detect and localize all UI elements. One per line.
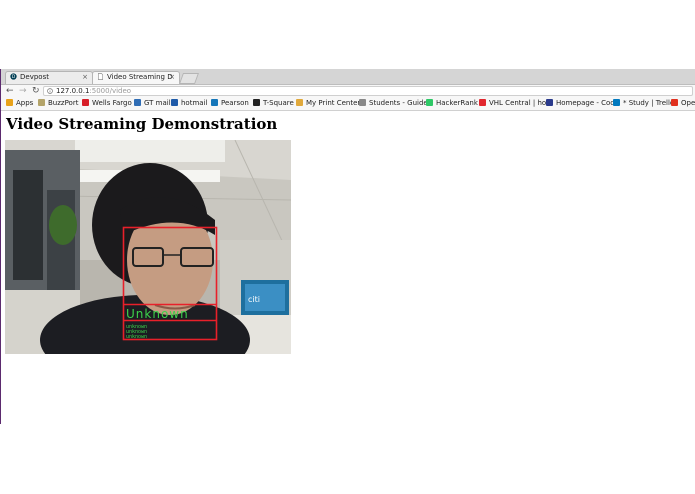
bookmark-label: HackerRank [436,99,478,107]
face-label: Unknown [126,307,189,321]
bookmark-label: T-Square [263,99,294,107]
ceiling-light [75,140,225,162]
close-icon[interactable]: × [82,73,88,81]
google-icon [359,99,366,106]
devpost-icon: D [10,73,17,80]
url-host: 127.0.0.1 [56,87,90,95]
tab-video-streaming[interactable]: Video Streaming D × [92,71,180,84]
new-tab-button[interactable] [178,73,200,84]
bookmark-label: Wells Fargo [92,99,132,107]
homepage-icon [546,99,553,106]
hotmail-icon [171,99,178,106]
vhl-icon [479,99,486,106]
bookmark-pearson[interactable]: Pearson [211,99,249,108]
video-frame: citi Unknown unknown unknown unknown [5,140,291,354]
bookmark-label: Students - Guide [369,99,428,107]
page-icon [98,73,103,80]
close-icon[interactable]: × [169,73,175,81]
trello-icon [613,99,620,106]
log-line: unknown [126,334,147,340]
bookmark-label: * Study | Trello [623,99,675,107]
svg-text:citi: citi [248,295,260,304]
bookmark-buzzport[interactable]: BuzzPort [38,99,78,108]
bookmark-label: hotmail [181,99,208,107]
navigation-toolbar: ← → ↻ 127.0.0.1:5000/video [1,85,695,97]
bookmarks-bar: Apps BuzzPort Wells Fargo GT mail hotmail Pea… [1,97,695,111]
plant [49,205,77,245]
bookmark-label: GT mail [144,99,171,107]
bookmark-hackerrank[interactable]: HackerRank [426,99,478,108]
bookmark-print[interactable]: My Print Center [296,99,360,108]
hackerrank-icon [426,99,433,106]
tsquare-icon [253,99,260,106]
bookmark-label: Ope [681,99,695,107]
bookmark-label: My Print Center [306,99,361,107]
bookmark-label: BuzzPort [48,99,79,107]
bookmark-hotmail[interactable]: hotmail [171,99,207,108]
bookmark-homepage[interactable]: Homepage - Coc [546,99,614,108]
apps-icon [6,99,13,106]
browser-window: D Devpost × Video Streaming D × ← → ↻ 12… [0,69,695,424]
video-stream: citi Unknown unknown unknown unknown [5,140,291,354]
bookmark-wellsfargo[interactable]: Wells Fargo [82,99,132,108]
bookmark-tsquare[interactable]: T-Square [253,99,294,108]
tab-title: Video Streaming D [107,73,173,81]
wellsfargo-icon [82,99,89,106]
pearson-icon [211,99,218,106]
address-bar[interactable]: 127.0.0.1:5000/video [43,86,693,96]
tab-strip: D Devpost × Video Streaming D × [1,69,695,85]
bookmark-vhl[interactable]: VHL Central | ho [479,99,546,108]
opera-icon [671,99,678,106]
tab-devpost[interactable]: D Devpost × [5,71,93,84]
buzzport-icon [38,99,45,106]
bookmark-label: VHL Central | ho [489,99,547,107]
url-path: :5000/video [89,87,132,95]
gtmail-icon [134,99,141,106]
bookmark-label: Homepage - Coc [556,99,615,107]
page-title: Video Streaming Demonstration [6,115,278,133]
bookmark-trello[interactable]: * Study | Trello [613,99,674,108]
bookmark-gtmail[interactable]: GT mail [134,99,171,108]
bookmark-label: Apps [16,99,34,107]
bookmark-opera[interactable]: Ope [671,99,695,108]
tab-title: Devpost [20,73,49,81]
back-button[interactable]: ← [6,85,14,97]
bookmark-apps[interactable]: Apps [6,99,33,108]
bookmark-label: Pearson [221,99,249,107]
page-content: Video Streaming Demonstration citi Unkno… [1,111,695,424]
info-icon [47,88,53,94]
bookmark-google[interactable]: Students - Guide [359,99,428,108]
print-icon [296,99,303,106]
reload-button[interactable]: ↻ [32,85,40,97]
forward-button[interactable]: → [19,85,27,97]
